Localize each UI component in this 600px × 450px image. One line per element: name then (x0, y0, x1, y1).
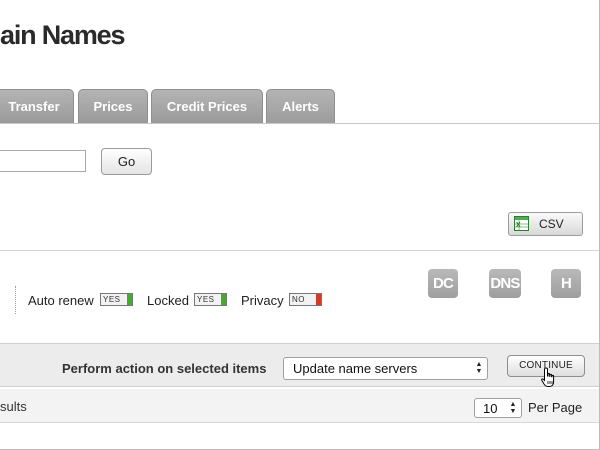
svg-text:X: X (516, 222, 521, 229)
toggle-knob (221, 294, 226, 305)
select-stepper-icon: ▲ ▼ (509, 401, 517, 415)
per-page-label: Per Page (528, 400, 583, 415)
per-page-value: 10 (483, 401, 498, 416)
page-title: ain Names (0, 20, 125, 50)
dns-icon[interactable]: DNS (489, 269, 521, 298)
auto-renew-toggle[interactable]: YES (100, 293, 133, 306)
auto-renew-label: Auto renew (28, 293, 94, 308)
bulk-action-label: Perform action on selected items (62, 361, 267, 376)
privacy-toggle[interactable]: NO (289, 293, 322, 306)
csv-label: CSV (539, 217, 564, 231)
csv-export-button[interactable]: X CSV (508, 212, 583, 236)
domain-names-page: ain Names Transfer Prices Credit Prices … (0, 0, 600, 450)
toggle-knob (127, 294, 132, 305)
locked-state: YES (197, 295, 215, 304)
select-stepper-icon: ▲ ▼ (475, 361, 483, 375)
privacy-state: NO (292, 295, 305, 304)
tab-transfer[interactable]: Transfer (0, 89, 74, 123)
privacy-label: Privacy (241, 293, 284, 308)
dc-icon[interactable]: DC (428, 269, 458, 298)
tab-alerts[interactable]: Alerts (266, 89, 335, 124)
bulk-action-selected-value: Update name servers (293, 361, 418, 376)
tab-bar-divider (0, 123, 599, 124)
auto-renew-state: YES (103, 295, 121, 304)
section-divider (0, 250, 599, 251)
locked-label: Locked (147, 293, 189, 308)
excel-icon: X (514, 216, 529, 231)
h-icon[interactable]: H (551, 269, 581, 298)
toggle-knob (316, 294, 321, 305)
search-input[interactable] (0, 150, 86, 172)
dotted-divider (15, 286, 16, 314)
tab-credit-prices[interactable]: Credit Prices (151, 89, 263, 123)
go-button[interactable]: Go (101, 148, 152, 175)
tab-prices[interactable]: Prices (78, 89, 148, 123)
bulk-action-select[interactable]: Update name servers ▲ ▼ (283, 357, 488, 380)
locked-toggle[interactable]: YES (194, 293, 227, 306)
per-page-select[interactable]: 10 ▲ ▼ (474, 398, 522, 418)
hand-cursor-icon (541, 367, 555, 387)
results-count-text: sults (0, 399, 27, 414)
